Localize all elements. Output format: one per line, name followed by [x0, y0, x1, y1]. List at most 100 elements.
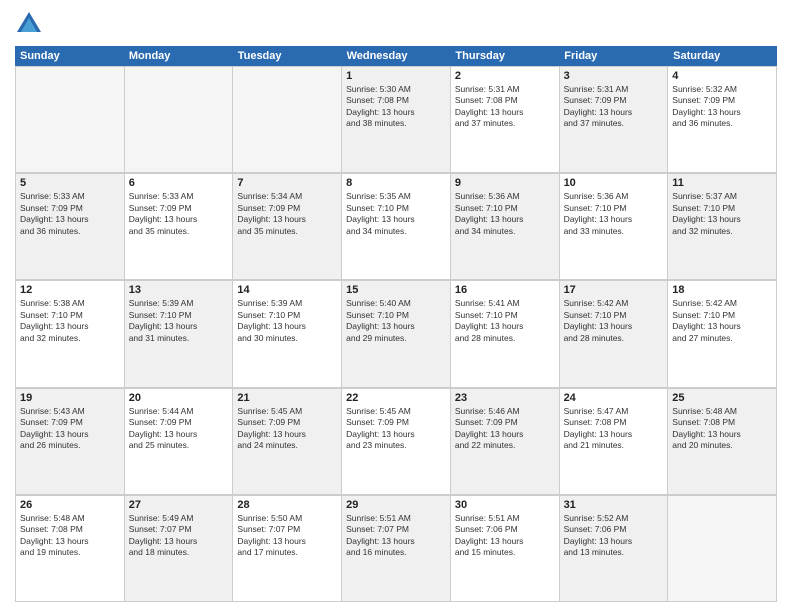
day-number: 24	[564, 392, 664, 404]
header-day-monday: Monday	[124, 46, 233, 66]
day-cell-23: 23 Sunrise: 5:46 AM Sunset: 7:09 PM Dayli…	[451, 389, 560, 495]
day-info: Sunrise: 5:49 AM Sunset: 7:07 PM Dayligh…	[129, 513, 229, 559]
empty-cell	[233, 67, 342, 173]
day-number: 6	[129, 177, 229, 189]
day-number: 5	[20, 177, 120, 189]
day-info: Sunrise: 5:37 AM Sunset: 7:10 PM Dayligh…	[672, 191, 772, 237]
day-cell-6: 6 Sunrise: 5:33 AM Sunset: 7:09 PM Daylig…	[125, 174, 234, 280]
day-number: 20	[129, 392, 229, 404]
day-info: Sunrise: 5:35 AM Sunset: 7:10 PM Dayligh…	[346, 191, 446, 237]
day-number: 25	[672, 392, 772, 404]
day-number: 8	[346, 177, 446, 189]
day-number: 22	[346, 392, 446, 404]
day-info: Sunrise: 5:41 AM Sunset: 7:10 PM Dayligh…	[455, 298, 555, 344]
day-cell-2: 2 Sunrise: 5:31 AM Sunset: 7:08 PM Daylig…	[451, 67, 560, 173]
day-info: Sunrise: 5:47 AM Sunset: 7:08 PM Dayligh…	[564, 406, 664, 452]
day-cell-31: 31Sunrise: 5:52 AM Sunset: 7:06 PM Dayli…	[560, 496, 669, 602]
day-info: Sunrise: 5:31 AM Sunset: 7:09 PM Dayligh…	[564, 84, 664, 130]
day-cell-17: 17 Sunrise: 5:42 AM Sunset: 7:10 PM Dayli…	[560, 281, 669, 387]
day-info: Sunrise: 5:48 AM Sunset: 7:08 PM Dayligh…	[20, 513, 120, 559]
week-row-2: 5 Sunrise: 5:33 AM Sunset: 7:09 PM Daylig…	[15, 173, 777, 280]
week-row-4: 19 Sunrise: 5:43 AM Sunset: 7:09 PM Dayli…	[15, 388, 777, 495]
day-info: Sunrise: 5:43 AM Sunset: 7:09 PM Dayligh…	[20, 406, 120, 452]
calendar: SundayMondayTuesdayWednesdayThursdayFrid…	[15, 46, 777, 602]
day-number: 29	[346, 499, 446, 511]
day-number: 18	[672, 284, 772, 296]
header-day-tuesday: Tuesday	[233, 46, 342, 66]
day-number: 27	[129, 499, 229, 511]
day-number: 16	[455, 284, 555, 296]
header-day-thursday: Thursday	[450, 46, 559, 66]
day-cell-20: 20 Sunrise: 5:44 AM Sunset: 7:09 PM Dayli…	[125, 389, 234, 495]
logo-icon	[15, 10, 43, 38]
day-info: Sunrise: 5:50 AM Sunset: 7:07 PM Dayligh…	[237, 513, 337, 559]
day-number: 30	[455, 499, 555, 511]
calendar-header: SundayMondayTuesdayWednesdayThursdayFrid…	[15, 46, 777, 66]
day-info: Sunrise: 5:40 AM Sunset: 7:10 PM Dayligh…	[346, 298, 446, 344]
day-number: 23	[455, 392, 555, 404]
day-info: Sunrise: 5:42 AM Sunset: 7:10 PM Dayligh…	[564, 298, 664, 344]
day-cell-22: 22Sunrise: 5:45 AM Sunset: 7:09 PM Dayli…	[342, 389, 451, 495]
header-day-friday: Friday	[559, 46, 668, 66]
day-cell-19: 19 Sunrise: 5:43 AM Sunset: 7:09 PM Dayli…	[16, 389, 125, 495]
day-number: 14	[237, 284, 337, 296]
day-cell-24: 24 Sunrise: 5:47 AM Sunset: 7:08 PM Dayli…	[560, 389, 669, 495]
day-cell-5: 5 Sunrise: 5:33 AM Sunset: 7:09 PM Daylig…	[16, 174, 125, 280]
day-cell-3: 3 Sunrise: 5:31 AM Sunset: 7:09 PM Daylig…	[560, 67, 669, 173]
day-number: 4	[672, 70, 772, 82]
day-number: 28	[237, 499, 337, 511]
day-cell-7: 7 Sunrise: 5:34 AM Sunset: 7:09 PM Daylig…	[233, 174, 342, 280]
logo	[15, 10, 47, 38]
day-number: 3	[564, 70, 664, 82]
week-row-1: 1 Sunrise: 5:30 AM Sunset: 7:08 PM Daylig…	[15, 66, 777, 173]
day-cell-28: 28 Sunrise: 5:50 AM Sunset: 7:07 PM Dayli…	[233, 496, 342, 602]
day-info: Sunrise: 5:39 AM Sunset: 7:10 PM Dayligh…	[129, 298, 229, 344]
day-info: Sunrise: 5:48 AM Sunset: 7:08 PM Dayligh…	[672, 406, 772, 452]
day-info: Sunrise: 5:36 AM Sunset: 7:10 PM Dayligh…	[455, 191, 555, 237]
day-info: Sunrise: 5:32 AM Sunset: 7:09 PM Dayligh…	[672, 84, 772, 130]
day-number: 15	[346, 284, 446, 296]
day-cell-9: 9Sunrise: 5:36 AM Sunset: 7:10 PM Daylig…	[451, 174, 560, 280]
header-day-sunday: Sunday	[15, 46, 124, 66]
day-cell-25: 25 Sunrise: 5:48 AM Sunset: 7:08 PM Dayli…	[668, 389, 777, 495]
day-info: Sunrise: 5:30 AM Sunset: 7:08 PM Dayligh…	[346, 84, 446, 130]
day-cell-4: 4 Sunrise: 5:32 AM Sunset: 7:09 PM Daylig…	[668, 67, 777, 173]
day-info: Sunrise: 5:34 AM Sunset: 7:09 PM Dayligh…	[237, 191, 337, 237]
day-number: 17	[564, 284, 664, 296]
day-cell-8: 8 Sunrise: 5:35 AM Sunset: 7:10 PM Daylig…	[342, 174, 451, 280]
day-info: Sunrise: 5:46 AM Sunset: 7:09 PM Dayligh…	[455, 406, 555, 452]
day-cell-18: 18 Sunrise: 5:42 AM Sunset: 7:10 PM Dayli…	[668, 281, 777, 387]
day-number: 11	[672, 177, 772, 189]
day-info: Sunrise: 5:31 AM Sunset: 7:08 PM Dayligh…	[455, 84, 555, 130]
day-info: Sunrise: 5:51 AM Sunset: 7:07 PM Dayligh…	[346, 513, 446, 559]
day-info: Sunrise: 5:42 AM Sunset: 7:10 PM Dayligh…	[672, 298, 772, 344]
day-number: 7	[237, 177, 337, 189]
day-number: 13	[129, 284, 229, 296]
day-number: 10	[564, 177, 664, 189]
header-day-saturday: Saturday	[668, 46, 777, 66]
header-day-wednesday: Wednesday	[342, 46, 451, 66]
day-number: 2	[455, 70, 555, 82]
day-info: Sunrise: 5:45 AM Sunset: 7:09 PM Dayligh…	[237, 406, 337, 452]
day-info: Sunrise: 5:33 AM Sunset: 7:09 PM Dayligh…	[20, 191, 120, 237]
day-cell-1: 1 Sunrise: 5:30 AM Sunset: 7:08 PM Daylig…	[342, 67, 451, 173]
day-number: 1	[346, 70, 446, 82]
day-cell-16: 16 Sunrise: 5:41 AM Sunset: 7:10 PM Dayli…	[451, 281, 560, 387]
page: SundayMondayTuesdayWednesdayThursdayFrid…	[0, 0, 792, 612]
day-info: Sunrise: 5:44 AM Sunset: 7:09 PM Dayligh…	[129, 406, 229, 452]
day-cell-13: 13 Sunrise: 5:39 AM Sunset: 7:10 PM Dayli…	[125, 281, 234, 387]
calendar-body: 1 Sunrise: 5:30 AM Sunset: 7:08 PM Daylig…	[15, 66, 777, 602]
day-info: Sunrise: 5:51 AM Sunset: 7:06 PM Dayligh…	[455, 513, 555, 559]
day-info: Sunrise: 5:33 AM Sunset: 7:09 PM Dayligh…	[129, 191, 229, 237]
day-cell-27: 27 Sunrise: 5:49 AM Sunset: 7:07 PM Dayli…	[125, 496, 234, 602]
day-number: 31	[564, 499, 664, 511]
day-info: Sunrise: 5:39 AM Sunset: 7:10 PM Dayligh…	[237, 298, 337, 344]
day-cell-11: 11 Sunrise: 5:37 AM Sunset: 7:10 PM Dayli…	[668, 174, 777, 280]
day-cell-30: 30 Sunrise: 5:51 AM Sunset: 7:06 PM Dayli…	[451, 496, 560, 602]
header	[15, 10, 777, 38]
empty-cell	[16, 67, 125, 173]
day-number: 19	[20, 392, 120, 404]
empty-cell	[668, 496, 777, 602]
day-number: 26	[20, 499, 120, 511]
day-cell-15: 15 Sunrise: 5:40 AM Sunset: 7:10 PM Dayli…	[342, 281, 451, 387]
